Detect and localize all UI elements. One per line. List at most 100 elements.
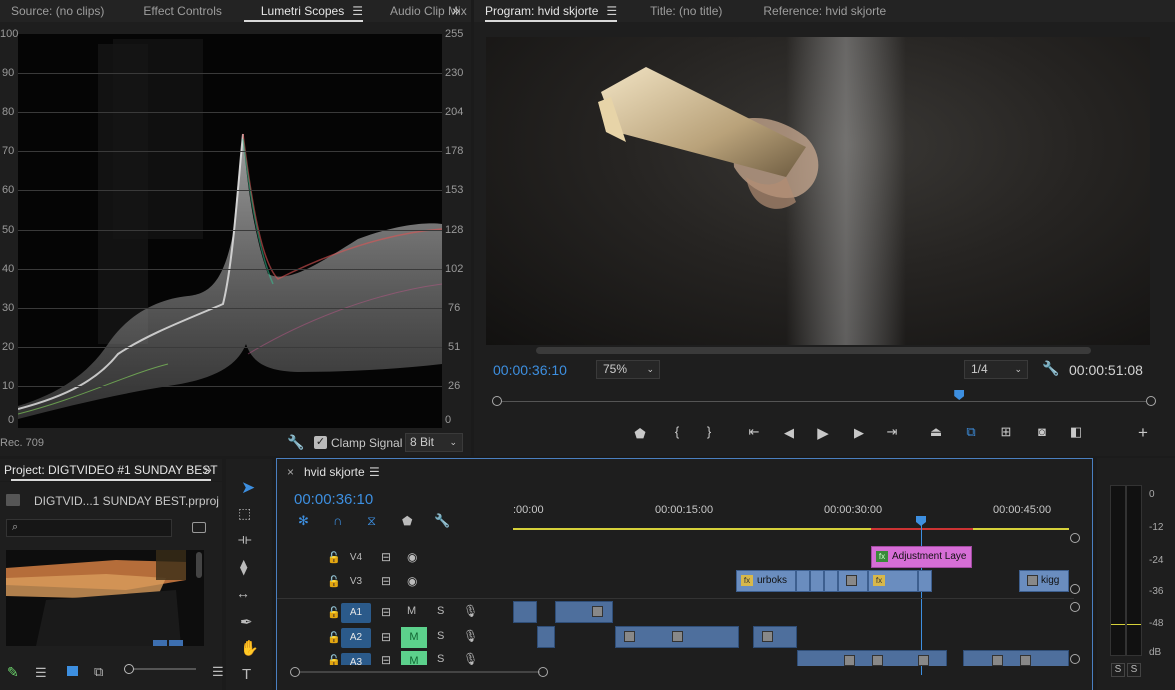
extract-icon[interactable]: ⧉: [961, 424, 981, 440]
tab-reference[interactable]: Reference: hvid skjorte: [733, 0, 897, 22]
audio-clip[interactable]: [555, 601, 613, 623]
new-bin-search-icon[interactable]: [192, 522, 206, 533]
play-icon[interactable]: ▶: [813, 424, 833, 442]
wrench-icon[interactable]: 🔧: [287, 434, 304, 451]
solo-button[interactable]: S: [437, 605, 444, 617]
tab-project[interactable]: Project: DIGTVIDEO #1 SUNDAY BEST: [0, 459, 222, 481]
track-name-v3[interactable]: V3: [341, 572, 371, 592]
razor-tool-icon[interactable]: ⧫: [240, 558, 247, 576]
timeline-timecode[interactable]: 00:00:36:10: [294, 491, 373, 508]
video-scroll-handle[interactable]: [1070, 584, 1080, 594]
video-clip[interactable]: fx: [868, 570, 918, 592]
sequence-tab[interactable]: hvid skjorte: [304, 465, 365, 479]
compare-icon[interactable]: ◧: [1066, 424, 1086, 440]
hamburger-icon[interactable]: ☰: [369, 465, 380, 479]
step-back-icon[interactable]: ◀︎: [779, 425, 799, 441]
search-input[interactable]: ⌕: [6, 519, 172, 537]
linked-selection-icon[interactable]: ⧖: [367, 513, 376, 529]
project-scrollbar[interactable]: [196, 552, 202, 578]
selection-tool-icon[interactable]: ➤: [241, 478, 255, 498]
video-clip[interactable]: [796, 570, 810, 592]
list-view-icon[interactable]: ☰: [35, 665, 47, 681]
hamburger-icon[interactable]: ☰: [352, 4, 363, 18]
video-clip[interactable]: [918, 570, 932, 592]
eye-icon[interactable]: ◉: [407, 574, 417, 588]
sync-lock-icon[interactable]: ⊟: [381, 605, 391, 619]
tab-effect-controls[interactable]: Effect Controls: [115, 0, 232, 22]
playback-resolution-select[interactable]: 1/4 ⌄: [964, 360, 1028, 379]
step-forward-icon[interactable]: ▶︎: [849, 425, 869, 441]
playhead-marker[interactable]: [954, 390, 965, 400]
mute-button[interactable]: M: [407, 605, 416, 617]
lock-icon[interactable]: 🔓: [327, 654, 341, 665]
go-to-out-icon[interactable]: ⇥: [882, 424, 902, 440]
track-name-a1[interactable]: A1: [341, 603, 371, 623]
video-clip[interactable]: [810, 570, 824, 592]
mark-in-icon[interactable]: {: [667, 424, 687, 439]
tab-source[interactable]: Source: (no clips): [0, 0, 115, 22]
lift-icon[interactable]: ⏏: [926, 424, 946, 440]
marker-icon[interactable]: ⬟: [630, 426, 650, 442]
hand-tool-icon[interactable]: ✋: [240, 639, 259, 657]
timeline-zoom-bar[interactable]: [300, 671, 540, 673]
lock-icon[interactable]: 🔓: [327, 606, 341, 619]
zoom-slider[interactable]: [124, 668, 196, 670]
chevron-double-right-icon[interactable]: »: [452, 2, 460, 18]
wrench-icon[interactable]: 🔧: [1042, 360, 1059, 377]
snap-magnet-icon[interactable]: ∩: [333, 513, 342, 528]
mark-out-icon[interactable]: }: [699, 424, 719, 439]
clip-thumbnail[interactable]: [6, 550, 204, 646]
clamp-signal-checkbox[interactable]: ✓: [314, 436, 327, 449]
audio-clip[interactable]: [753, 626, 797, 648]
wrench-icon[interactable]: 🔧: [434, 513, 450, 529]
audio-scroll-handle[interactable]: [1070, 654, 1080, 664]
type-tool-icon[interactable]: T: [242, 666, 251, 683]
time-ruler[interactable]: [492, 390, 1156, 417]
monitor-scrollbar[interactable]: [536, 347, 1091, 354]
kigg-clip[interactable]: kigg: [1019, 570, 1069, 592]
hamburger-icon[interactable]: ☰: [606, 4, 617, 18]
solo-right-button[interactable]: S: [1127, 663, 1141, 677]
playhead-timecode[interactable]: 00:00:36:10: [493, 362, 567, 378]
tab-title[interactable]: Title: (no title): [628, 0, 733, 22]
go-to-in-icon[interactable]: ⇤: [744, 424, 764, 440]
audio-scroll-handle[interactable]: [1070, 602, 1080, 612]
track-area[interactable]: fx Adjustment Laye fx urboks fx kigg: [513, 546, 1073, 666]
microphone-icon[interactable]: 🎙: [463, 604, 478, 618]
lock-icon[interactable]: 🔓: [327, 575, 341, 588]
zoom-slider-handle[interactable]: [124, 664, 134, 674]
urboks-clip[interactable]: fx urboks: [736, 570, 796, 592]
audio-clip[interactable]: [963, 650, 1069, 666]
track-name-a3[interactable]: A3: [341, 653, 371, 665]
ripple-edit-tool-icon[interactable]: ⟛: [238, 531, 252, 548]
chevron-double-right-icon[interactable]: »: [204, 461, 212, 477]
audio-clip[interactable]: [537, 626, 555, 648]
lock-icon[interactable]: 🔓: [327, 631, 341, 644]
track-select-tool-icon[interactable]: ⬚: [238, 505, 251, 522]
solo-button[interactable]: S: [437, 630, 444, 642]
insert-icon[interactable]: ⊞: [996, 424, 1016, 440]
camera-icon[interactable]: ◙: [1032, 424, 1052, 439]
pen-tool-icon[interactable]: ✒: [240, 613, 253, 631]
sync-lock-icon[interactable]: ⊟: [381, 630, 391, 644]
adjustment-layer-clip[interactable]: fx Adjustment Laye: [871, 546, 972, 568]
tab-program[interactable]: Program: hvid skjorte ☰: [474, 0, 628, 22]
solo-left-button[interactable]: S: [1111, 663, 1125, 677]
lock-icon[interactable]: 🔓: [327, 551, 341, 564]
ruler-start-handle[interactable]: [492, 396, 502, 406]
mute-button-active[interactable]: M: [401, 627, 427, 648]
sync-lock-icon[interactable]: ⊟: [381, 550, 391, 564]
freeform-view-icon[interactable]: ⧉: [94, 664, 103, 680]
timeline-zoom-end-handle[interactable]: [538, 667, 548, 677]
ruler-end-handle[interactable]: [1146, 396, 1156, 406]
track-name-a2[interactable]: A2: [341, 628, 371, 648]
pencil-icon[interactable]: ✎: [7, 664, 19, 681]
icon-view-icon[interactable]: [67, 666, 78, 676]
eye-icon[interactable]: ◉: [407, 550, 417, 564]
video-clip[interactable]: [824, 570, 838, 592]
sync-lock-icon[interactable]: ⊟: [381, 574, 391, 588]
microphone-icon[interactable]: 🎙: [463, 629, 478, 643]
mute-button-active[interactable]: M: [401, 651, 427, 665]
plus-icon[interactable]: +: [1133, 423, 1153, 443]
close-icon[interactable]: ×: [287, 465, 294, 479]
